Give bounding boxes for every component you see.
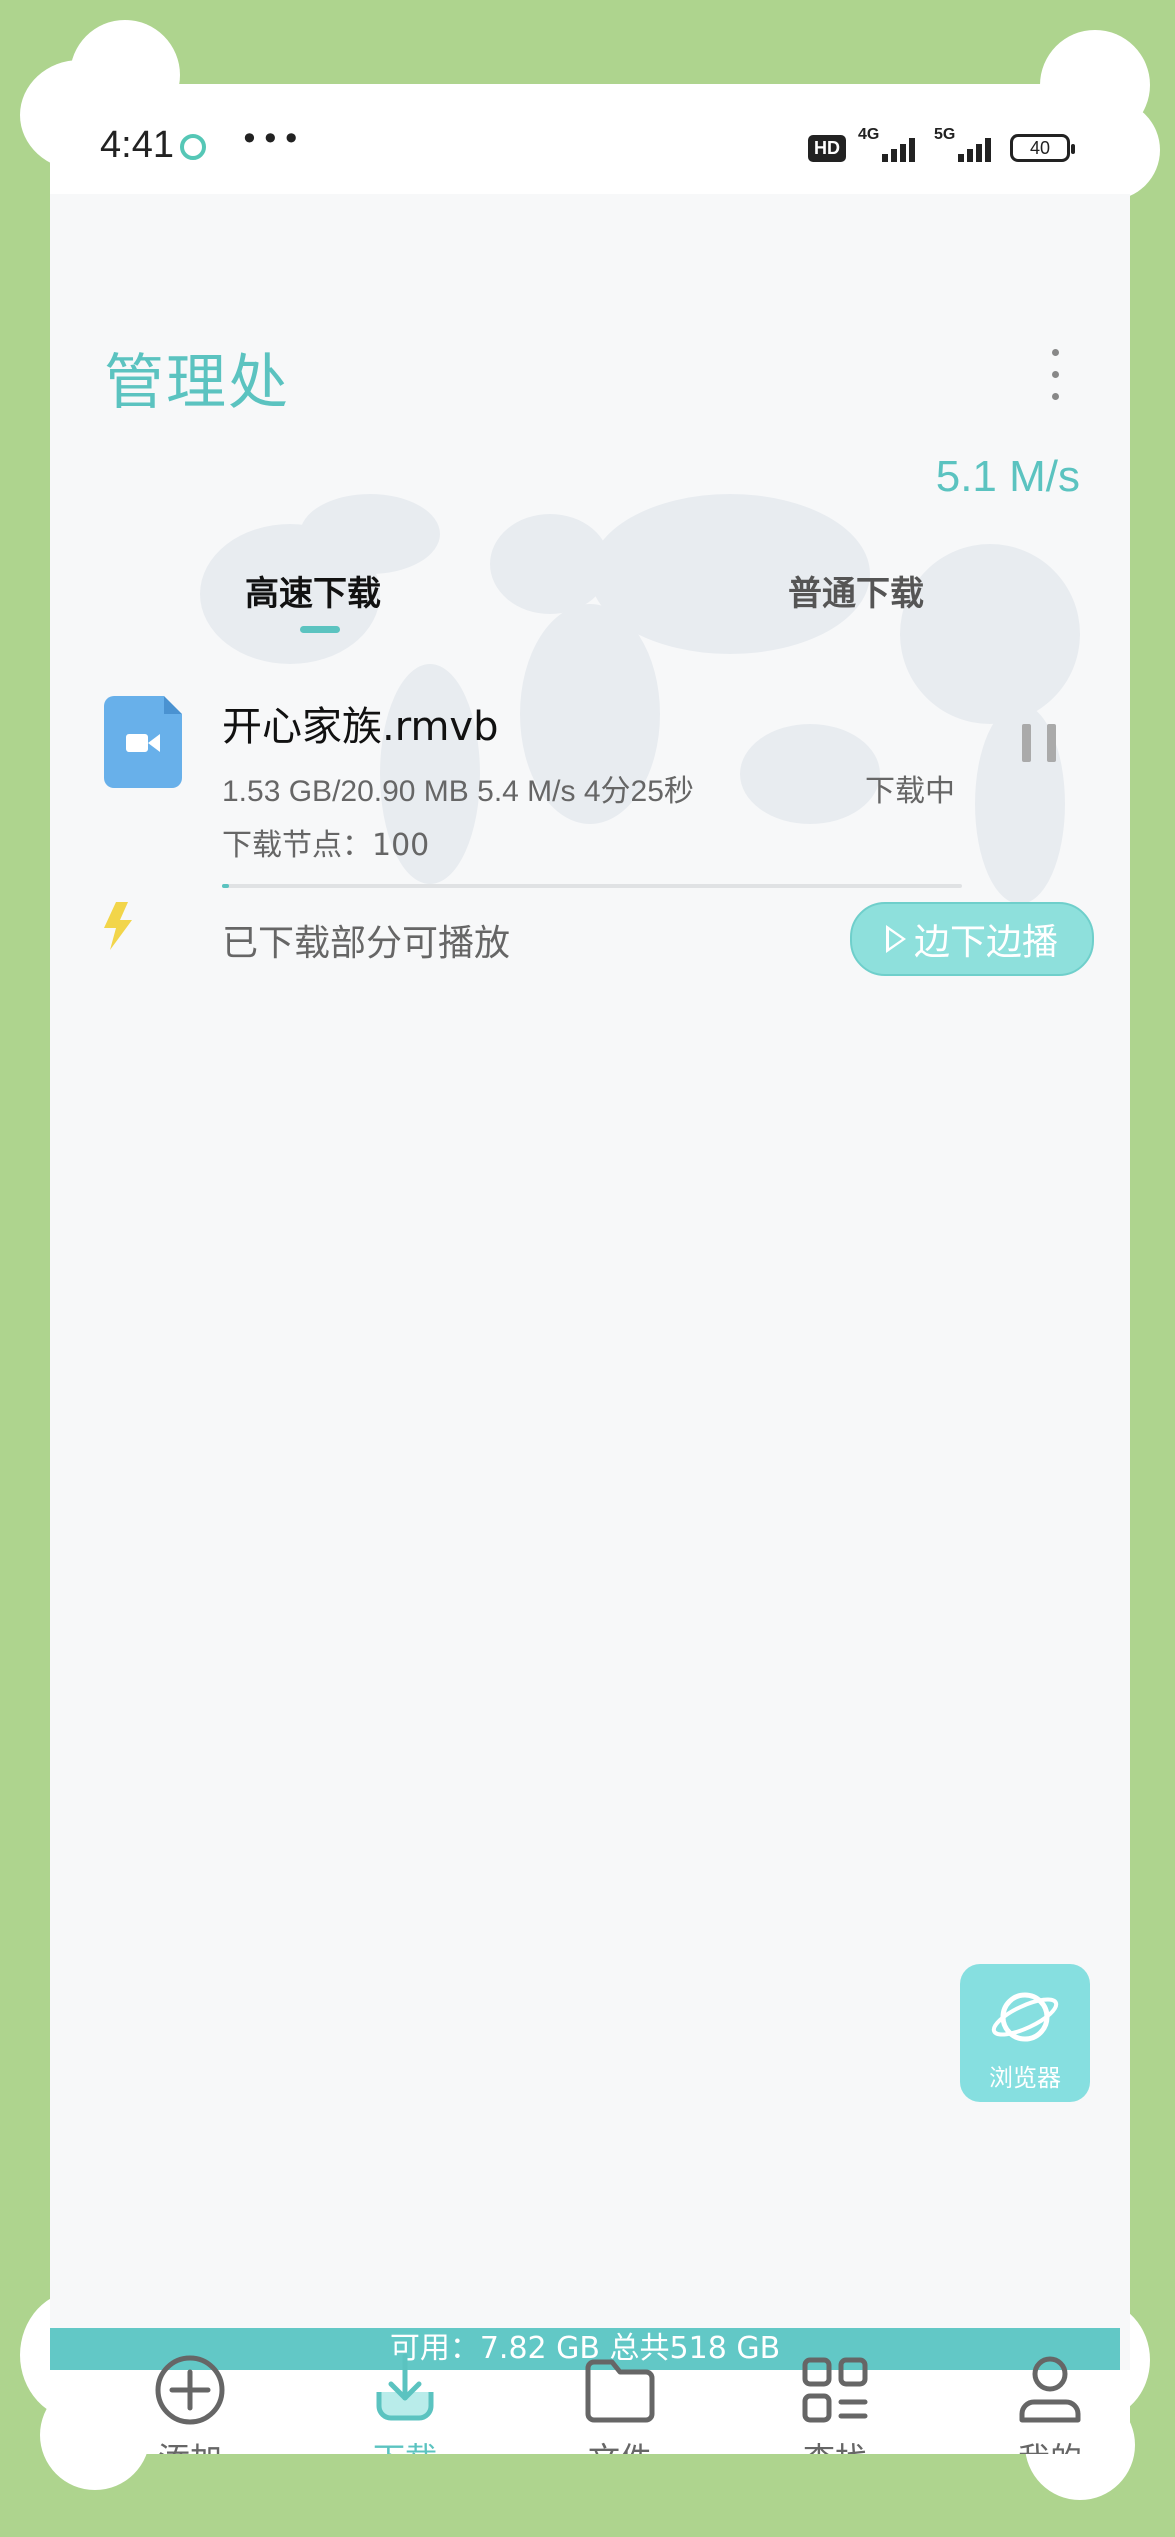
download-icon: [376, 2353, 434, 2421]
nav-files-label: 文件: [545, 2434, 695, 2454]
nav-search-label: 查找: [760, 2434, 910, 2454]
folder-icon: [585, 2359, 655, 2423]
more-notifications-icon: •••: [240, 120, 303, 158]
nav-download-label: 下载: [330, 2434, 480, 2454]
play-while-downloading-button[interactable]: 边下边播: [850, 902, 1094, 976]
nav-download[interactable]: 下载: [330, 2350, 480, 2454]
playable-hint: 已下载部分可播放: [222, 923, 511, 964]
nav-add-label: 添加: [115, 2434, 265, 2454]
battery-icon: 40: [1010, 134, 1075, 162]
app-content: 管理处 5.1 M/s 高速下载 普通下载 开心家族.rmvb 1.53 GB/…: [50, 194, 1130, 2454]
status-time: 4:41: [100, 124, 174, 166]
status-bar: 4:41 ••• HD 4G 5G 40: [50, 84, 1130, 194]
download-file-name[interactable]: 开心家族.rmvb: [222, 694, 498, 752]
bottom-nav: 添加 下载 文件: [50, 2353, 1130, 2454]
download-nodes: 下载节点：100: [222, 828, 430, 863]
user-icon: [1019, 2356, 1081, 2423]
download-status: 下载中: [865, 774, 955, 809]
active-tab-indicator: [300, 626, 340, 633]
planet-icon: [991, 1992, 1059, 2042]
play-icon: [885, 925, 906, 953]
total-speed: 5.1 M/s: [935, 452, 1080, 501]
tab-normal-download[interactable]: 普通下载: [788, 566, 924, 615]
add-icon: [155, 2355, 225, 2425]
nav-search[interactable]: 查找: [760, 2350, 910, 2454]
lightning-icon: [104, 902, 132, 950]
download-progress-fill: [222, 884, 230, 888]
apps-icon: [802, 2357, 868, 2423]
browser-button[interactable]: 浏览器: [960, 1964, 1090, 2102]
nav-files[interactable]: 文件: [545, 2350, 695, 2454]
battery-level: 40: [1029, 138, 1051, 158]
signal-5g-icon: 5G: [934, 126, 998, 166]
tab-high-speed[interactable]: 高速下载: [245, 566, 381, 615]
play-button-label: 边下边播: [913, 922, 1058, 963]
download-info: 1.53 GB/20.90 MB 5.4 M/s 4分25秒: [222, 775, 694, 808]
nav-me[interactable]: 我的: [975, 2350, 1125, 2454]
video-file-icon: [104, 696, 182, 788]
status-right: HD 4G 5G 40: [808, 126, 1075, 168]
phone-screen: 4:41 ••• HD 4G 5G 40 管理处 5.1 M/s 高速下载 普通…: [50, 84, 1130, 2454]
nav-me-label: 我的: [975, 2434, 1125, 2454]
signal-4g-icon: 4G: [858, 126, 922, 166]
browser-label: 浏览器: [989, 2064, 1061, 2092]
page-title: 管理处: [104, 348, 290, 418]
nav-add[interactable]: 添加: [115, 2350, 265, 2454]
browser-notification-icon: [180, 134, 206, 160]
hd-badge: HD: [808, 134, 846, 162]
pause-icon[interactable]: [1022, 724, 1056, 762]
download-progress-bar: [222, 884, 962, 888]
signal-4g-label: 4G: [858, 126, 880, 143]
signal-5g-label: 5G: [934, 126, 956, 143]
more-menu-icon[interactable]: [1040, 349, 1070, 409]
